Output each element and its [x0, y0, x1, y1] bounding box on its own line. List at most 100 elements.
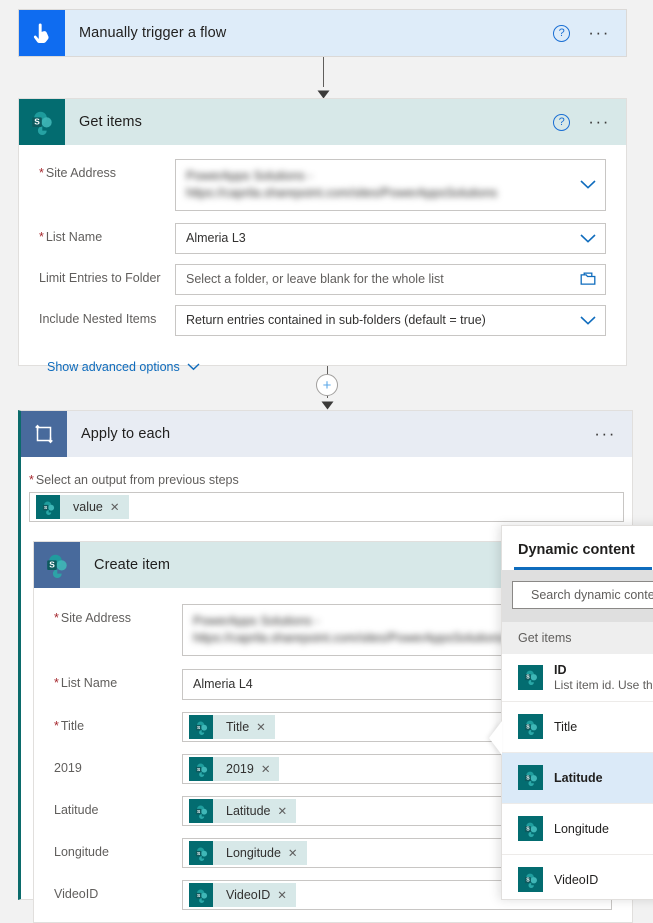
arrow-down-icon: [321, 401, 333, 410]
field-label-list-name: * List Name: [39, 230, 103, 244]
help-icon[interactable]: ?: [553, 24, 571, 42]
dynamic-token-value[interactable]: S value ✕: [36, 495, 129, 519]
field-row-site-address: * Site Address PowerApps Solutions - http…: [39, 159, 606, 211]
svg-text:S: S: [526, 675, 530, 681]
required-asterisk: *: [39, 166, 44, 180]
apply-to-each-output-input[interactable]: S value ✕: [29, 492, 624, 522]
dynamic-content-item-latitude[interactable]: S Latitude: [502, 752, 653, 804]
dynamic-token-label: Longitude: [226, 846, 281, 860]
sharepoint-icon: S: [189, 799, 213, 823]
overflow-menu-icon[interactable]: ···: [588, 113, 610, 130]
connector-getitems-to-applytoeach: +: [316, 366, 338, 410]
apply-to-each-card-header[interactable]: Apply to each ···: [21, 411, 632, 457]
dynamic-token-label: Title: [226, 720, 250, 734]
dynamic-token-label: value: [73, 500, 103, 514]
apply-to-each-card-actions: ···: [594, 425, 632, 442]
chevron-down-icon[interactable]: [580, 178, 596, 193]
overflow-menu-icon[interactable]: ···: [594, 425, 616, 442]
show-advanced-options-label: Show advanced options: [47, 360, 180, 374]
sharepoint-icon: S: [189, 883, 213, 907]
dynamic-content-item-longitude[interactable]: S Longitude: [502, 804, 653, 855]
dynamic-content-item-description: List item id. Use this: [554, 677, 653, 692]
required-asterisk: *: [54, 676, 59, 690]
dynamic-token-videoid[interactable]: S VideoID ✕: [189, 883, 296, 907]
get-items-card-header[interactable]: S Get items ? ···: [19, 99, 626, 145]
remove-token-icon[interactable]: ✕: [110, 500, 129, 514]
dynamic-content-panel-title: Dynamic content: [518, 542, 635, 558]
field-row-limit-entries-to-folder: Limit Entries to Folder Select a folder,…: [39, 264, 606, 295]
get-items-card-title: Get items: [79, 114, 142, 130]
folder-icon[interactable]: [580, 271, 596, 288]
field-row-list-name: * List Name Almeria L3: [39, 223, 606, 254]
dynamic-content-panel[interactable]: Dynamic content Search dynamic content G…: [489, 525, 653, 900]
field-label-include-nested-items: Include Nested Items: [39, 312, 157, 326]
chevron-down-icon[interactable]: [580, 231, 596, 246]
dynamic-content-item-title[interactable]: S Title: [502, 702, 653, 753]
site-address-dropdown[interactable]: PowerApps Solutions - https://caprila.sh…: [175, 159, 606, 211]
sharepoint-icon: S: [34, 542, 80, 588]
dynamic-token-latitude[interactable]: S Latitude ✕: [189, 799, 297, 823]
connector-trigger-to-getitems: [316, 57, 331, 99]
get-items-form: * Site Address PowerApps Solutions - http…: [19, 145, 626, 374]
field-label-title: * Title: [54, 719, 85, 733]
include-nested-items-value: Return entries contained in sub-folders …: [186, 313, 486, 327]
search-placeholder: Search dynamic content: [531, 587, 653, 602]
field-label-longitude: Longitude: [54, 845, 109, 859]
limit-entries-folder-picker[interactable]: Select a folder, or leave blank for the …: [175, 264, 606, 295]
chevron-down-icon[interactable]: [580, 313, 596, 328]
dynamic-content-item-videoid[interactable]: S VideoID: [502, 855, 653, 905]
include-nested-items-dropdown[interactable]: Return entries contained in sub-folders …: [175, 305, 606, 336]
svg-text:S: S: [526, 724, 530, 730]
search-dynamic-content-input[interactable]: Search dynamic content: [512, 580, 653, 609]
trigger-card-title: Manually trigger a flow: [79, 25, 227, 41]
dynamic-content-item-id[interactable]: S ID List item id. Use this: [502, 654, 653, 702]
sharepoint-icon: S: [189, 757, 213, 781]
sharepoint-icon: S: [518, 664, 543, 690]
required-asterisk: *: [54, 719, 59, 733]
get-items-card-actions: ? ···: [553, 113, 626, 131]
limit-entries-placeholder: Select a folder, or leave blank for the …: [186, 272, 444, 286]
help-icon[interactable]: ?: [553, 113, 571, 131]
sharepoint-icon: S: [518, 816, 543, 841]
action-card-get-items[interactable]: S Get items ? ··· * Site Address PowerApp…: [18, 98, 627, 374]
remove-token-icon[interactable]: ✕: [256, 720, 275, 734]
dynamic-token-2019[interactable]: S 2019 ✕: [189, 757, 280, 781]
apply-to-each-output-label: * Select an output from previous steps: [29, 473, 239, 487]
sharepoint-icon: S: [36, 495, 60, 519]
svg-text:S: S: [526, 775, 530, 781]
list-name-value: Almeria L3: [186, 231, 246, 245]
loop-icon: [21, 411, 67, 457]
svg-text:S: S: [526, 826, 530, 832]
field-label-latitude: Latitude: [54, 803, 99, 817]
sharepoint-icon: S: [518, 867, 543, 892]
field-label-2019: 2019: [54, 761, 82, 775]
remove-token-icon[interactable]: ✕: [288, 846, 307, 860]
field-label-site-address: * Site Address: [39, 166, 117, 180]
show-advanced-options-button[interactable]: Show advanced options: [47, 360, 200, 374]
field-label-list-name: * List Name: [54, 676, 118, 690]
required-asterisk: *: [29, 473, 34, 487]
dynamic-token-longitude[interactable]: S Longitude ✕: [189, 841, 307, 865]
sharepoint-icon: S: [518, 765, 543, 790]
dynamic-content-group-header: Get items: [502, 621, 653, 654]
field-label-videoid: VideoID: [54, 887, 99, 901]
remove-token-icon[interactable]: ✕: [277, 804, 296, 818]
dynamic-token-label: Latitude: [226, 804, 271, 818]
trigger-card-actions: ? ···: [553, 24, 626, 42]
list-name-dropdown[interactable]: Almeria L3: [175, 223, 606, 254]
overflow-menu-icon[interactable]: ···: [588, 24, 610, 41]
insert-step-button[interactable]: +: [316, 374, 338, 396]
dynamic-token-title[interactable]: S Title ✕: [189, 715, 275, 739]
trigger-card-manually-trigger-a-flow[interactable]: Manually trigger a flow ? ···: [18, 9, 627, 57]
sharepoint-icon: S: [189, 841, 213, 865]
trigger-card-header[interactable]: Manually trigger a flow ? ···: [19, 10, 626, 56]
dynamic-content-item-name: VideoID: [554, 872, 599, 887]
dynamic-content-item-name: Longitude: [554, 821, 609, 836]
dynamic-content-search-wrap: Search dynamic content: [502, 569, 653, 622]
apply-to-each-card-title: Apply to each: [81, 426, 171, 442]
remove-token-icon[interactable]: ✕: [261, 762, 280, 776]
dynamic-content-item-name: Latitude: [554, 770, 603, 785]
chevron-down-icon: [187, 363, 200, 371]
sharepoint-icon: S: [189, 715, 213, 739]
field-row-include-nested-items: Include Nested Items Return entries cont…: [39, 305, 606, 336]
